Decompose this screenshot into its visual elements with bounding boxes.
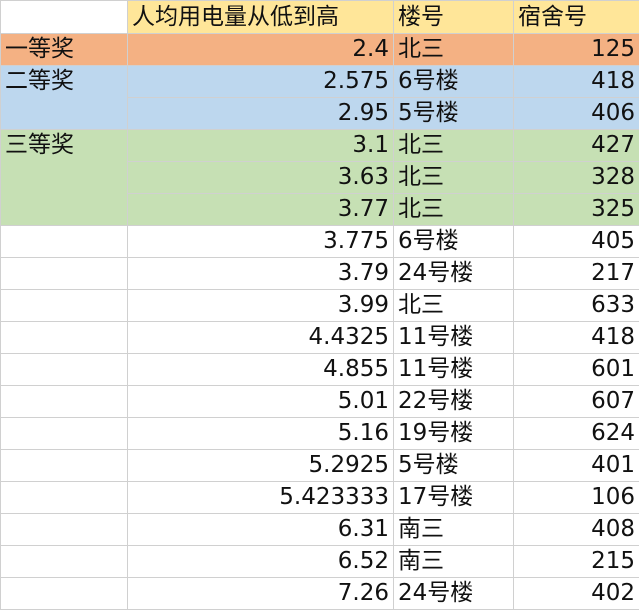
table-row: 3.99北三633 (1, 290, 639, 322)
building-cell[interactable]: 南三 (394, 546, 514, 578)
room-cell[interactable]: 215 (514, 546, 639, 578)
table-row: 一等奖2.4北三125 (1, 34, 639, 66)
usage-cell[interactable]: 2.4 (128, 34, 394, 66)
usage-cell[interactable]: 3.77 (128, 194, 394, 226)
usage-cell[interactable]: 2.95 (128, 98, 394, 130)
room-cell[interactable]: 418 (514, 322, 639, 354)
empty-award-cell[interactable] (1, 450, 128, 482)
building-cell[interactable]: 5号楼 (394, 450, 514, 482)
building-cell[interactable]: 5号楼 (394, 98, 514, 130)
room-cell[interactable]: 401 (514, 450, 639, 482)
empty-award-cell[interactable] (1, 418, 128, 450)
header-room[interactable]: 宿舍号 (514, 1, 639, 34)
table-row: 5.29255号楼401 (1, 450, 639, 482)
third-prize-label[interactable]: 三等奖 (1, 130, 128, 226)
usage-cell[interactable]: 7.26 (128, 578, 394, 610)
empty-award-cell[interactable] (1, 482, 128, 514)
building-cell[interactable]: 22号楼 (394, 386, 514, 418)
building-cell[interactable]: 6号楼 (394, 66, 514, 98)
table-row: 3.7924号楼217 (1, 258, 639, 290)
room-cell[interactable]: 633 (514, 290, 639, 322)
table-row: 4.85511号楼601 (1, 354, 639, 386)
empty-award-cell[interactable] (1, 290, 128, 322)
spreadsheet: 人均用电量从低到高 楼号 宿舍号 一等奖2.4北三125二等奖2.5756号楼4… (0, 0, 639, 608)
empty-award-cell[interactable] (1, 514, 128, 546)
empty-award-cell[interactable] (1, 546, 128, 578)
table-row: 7.2624号楼402 (1, 578, 639, 610)
table-row: 三等奖3.1北三427 (1, 130, 639, 162)
ranking-table: 人均用电量从低到高 楼号 宿舍号 一等奖2.4北三125二等奖2.5756号楼4… (0, 0, 639, 610)
second-prize-label[interactable]: 二等奖 (1, 66, 128, 130)
building-cell[interactable]: 19号楼 (394, 418, 514, 450)
usage-cell[interactable]: 3.99 (128, 290, 394, 322)
room-cell[interactable]: 106 (514, 482, 639, 514)
table-row: 6.52南三215 (1, 546, 639, 578)
usage-cell[interactable]: 3.63 (128, 162, 394, 194)
usage-cell[interactable]: 5.16 (128, 418, 394, 450)
table-row: 6.31南三408 (1, 514, 639, 546)
building-cell[interactable]: 北三 (394, 162, 514, 194)
room-cell[interactable]: 427 (514, 130, 639, 162)
building-cell[interactable]: 17号楼 (394, 482, 514, 514)
room-cell[interactable]: 408 (514, 514, 639, 546)
empty-award-cell[interactable] (1, 258, 128, 290)
empty-award-cell[interactable] (1, 322, 128, 354)
room-cell[interactable]: 217 (514, 258, 639, 290)
usage-cell[interactable]: 5.423333 (128, 482, 394, 514)
building-cell[interactable]: 北三 (394, 194, 514, 226)
room-cell[interactable]: 418 (514, 66, 639, 98)
table-row: 3.7756号楼405 (1, 226, 639, 258)
building-cell[interactable]: 南三 (394, 514, 514, 546)
usage-cell[interactable]: 5.2925 (128, 450, 394, 482)
usage-cell[interactable]: 6.31 (128, 514, 394, 546)
building-cell[interactable]: 6号楼 (394, 226, 514, 258)
room-cell[interactable]: 601 (514, 354, 639, 386)
room-cell[interactable]: 125 (514, 34, 639, 66)
usage-cell[interactable]: 5.01 (128, 386, 394, 418)
room-cell[interactable]: 328 (514, 162, 639, 194)
room-cell[interactable]: 624 (514, 418, 639, 450)
empty-award-cell[interactable] (1, 354, 128, 386)
table-row: 5.0122号楼607 (1, 386, 639, 418)
usage-cell[interactable]: 4.4325 (128, 322, 394, 354)
usage-cell[interactable]: 3.775 (128, 226, 394, 258)
building-cell[interactable]: 北三 (394, 290, 514, 322)
table-row: 4.432511号楼418 (1, 322, 639, 354)
header-building[interactable]: 楼号 (394, 1, 514, 34)
header-row: 人均用电量从低到高 楼号 宿舍号 (1, 1, 639, 34)
building-cell[interactable]: 24号楼 (394, 578, 514, 610)
building-cell[interactable]: 北三 (394, 34, 514, 66)
room-cell[interactable]: 325 (514, 194, 639, 226)
room-cell[interactable]: 607 (514, 386, 639, 418)
building-cell[interactable]: 北三 (394, 130, 514, 162)
building-cell[interactable]: 11号楼 (394, 322, 514, 354)
usage-cell[interactable]: 4.855 (128, 354, 394, 386)
header-usage[interactable]: 人均用电量从低到高 (128, 1, 394, 34)
usage-cell[interactable]: 6.52 (128, 546, 394, 578)
empty-award-cell[interactable] (1, 386, 128, 418)
empty-award-cell[interactable] (1, 226, 128, 258)
table-row: 5.42333317号楼106 (1, 482, 639, 514)
table-row: 5.1619号楼624 (1, 418, 639, 450)
first-prize-label[interactable]: 一等奖 (1, 34, 128, 66)
room-cell[interactable]: 402 (514, 578, 639, 610)
usage-cell[interactable]: 3.79 (128, 258, 394, 290)
usage-cell[interactable]: 3.1 (128, 130, 394, 162)
table-row: 二等奖2.5756号楼418 (1, 66, 639, 98)
room-cell[interactable]: 405 (514, 226, 639, 258)
room-cell[interactable]: 406 (514, 98, 639, 130)
building-cell[interactable]: 24号楼 (394, 258, 514, 290)
usage-cell[interactable]: 2.575 (128, 66, 394, 98)
building-cell[interactable]: 11号楼 (394, 354, 514, 386)
header-award-cell[interactable] (1, 1, 128, 34)
empty-award-cell[interactable] (1, 578, 128, 610)
